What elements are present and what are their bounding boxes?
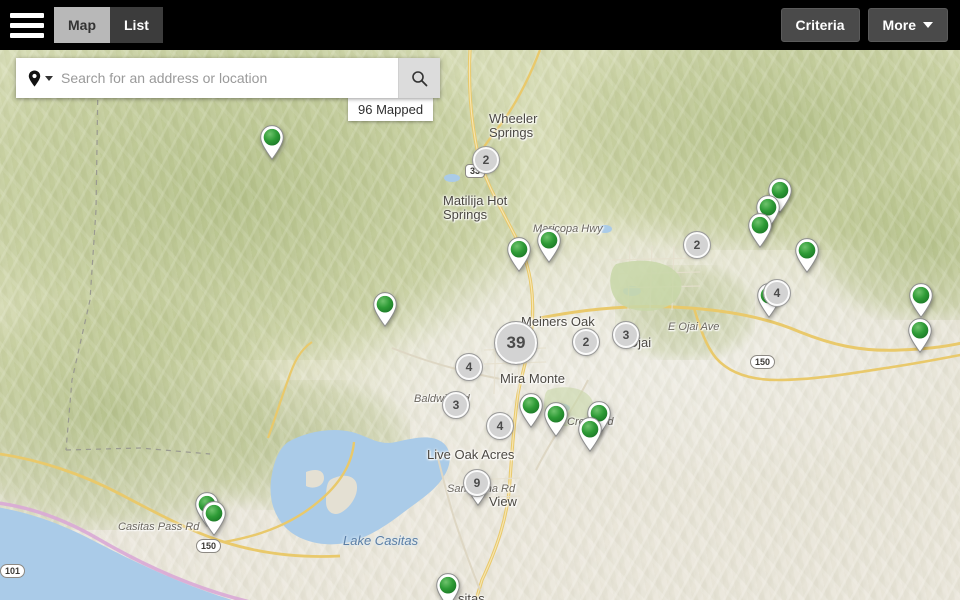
map-vector-layer [0, 50, 960, 600]
view-tabs: Map List [54, 7, 163, 43]
highway-shield: 150 [750, 355, 776, 369]
property-pin[interactable] [908, 282, 934, 318]
top-bar-actions: Criteria More [780, 8, 960, 42]
property-pin[interactable] [518, 392, 544, 428]
search-input[interactable] [61, 58, 398, 98]
criteria-button-label: Criteria [795, 17, 845, 33]
hamburger-menu-icon[interactable] [0, 0, 52, 50]
property-pin[interactable] [747, 212, 773, 248]
map-canvas[interactable]: Wheeler Springs Matilija Hot Springs Meine… [0, 50, 960, 600]
criteria-button[interactable]: Criteria [780, 8, 860, 42]
cluster-marker[interactable]: 3 [612, 321, 640, 349]
highway-shield: 150 [196, 539, 222, 553]
cluster-marker[interactable]: 2 [572, 328, 600, 356]
hamburger-bar [10, 12, 44, 18]
property-pin[interactable] [907, 317, 933, 353]
chevron-down-icon [45, 75, 53, 81]
property-pin[interactable] [506, 236, 532, 272]
property-pin[interactable] [259, 124, 285, 160]
cluster-marker[interactable]: 4 [486, 412, 514, 440]
tab-map[interactable]: Map [54, 7, 110, 43]
more-button-label: More [882, 17, 916, 33]
tab-list[interactable]: List [110, 7, 163, 43]
cluster-marker[interactable]: 2 [472, 146, 500, 174]
chevron-down-icon [923, 22, 933, 28]
cluster-marker[interactable]: 39 [494, 321, 538, 365]
map-pin-icon [28, 70, 41, 86]
search-bar[interactable] [16, 58, 440, 98]
more-button[interactable]: More [867, 8, 948, 42]
hamburger-bar [10, 22, 44, 28]
search-submit-button[interactable] [398, 58, 440, 98]
property-pin[interactable] [543, 401, 569, 437]
highway-shield: 101 [0, 564, 26, 578]
property-pin[interactable] [536, 227, 562, 263]
property-pin[interactable] [577, 416, 603, 452]
top-bar: Map List Criteria More [0, 0, 960, 50]
property-pin[interactable] [372, 291, 398, 327]
cluster-marker[interactable]: 9 [463, 469, 491, 497]
cluster-marker[interactable]: 4 [455, 353, 483, 381]
cluster-marker[interactable]: 2 [683, 231, 711, 259]
property-pin[interactable] [794, 237, 820, 273]
hamburger-bar [10, 32, 44, 38]
cluster-marker[interactable]: 4 [763, 279, 791, 307]
cluster-marker[interactable]: 3 [442, 391, 470, 419]
property-pin[interactable] [435, 572, 461, 600]
location-type-dropdown[interactable] [16, 58, 61, 98]
search-icon [412, 70, 428, 86]
property-pin[interactable] [201, 500, 227, 536]
mapped-count-badge: 96 Mapped [348, 98, 434, 121]
map-search-app: Wheeler Springs Matilija Hot Springs Meine… [0, 0, 960, 600]
